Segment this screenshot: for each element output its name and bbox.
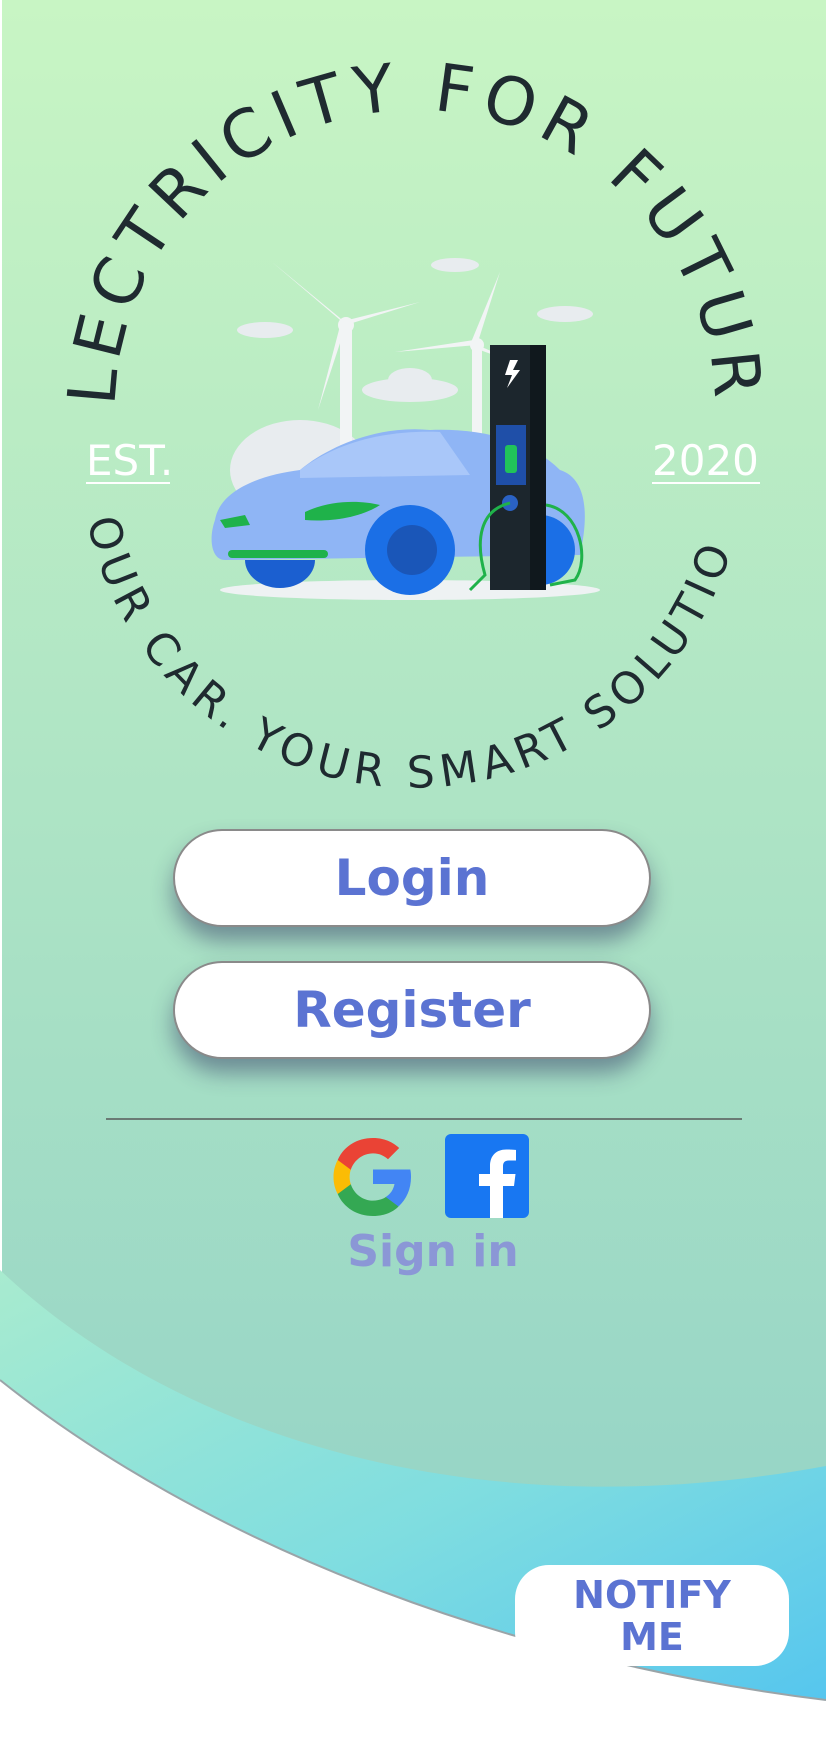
logo-est-label: EST.	[86, 436, 173, 485]
register-button[interactable]: Register	[173, 961, 651, 1059]
ev-charging-illustration	[211, 258, 600, 600]
brand-logo: ELECTRICITY FOR FUTURE YOUR CAR. YOUR SM…	[0, 0, 777, 799]
notify-line-1: NOTIFY	[573, 1572, 731, 1617]
divider	[106, 1118, 742, 1120]
login-button[interactable]: Login	[173, 829, 651, 927]
facebook-icon[interactable]	[445, 1134, 529, 1218]
sign-in-label[interactable]: Sign in	[300, 1226, 566, 1277]
google-icon[interactable]	[331, 1134, 415, 1218]
notify-line-2: ME	[620, 1614, 684, 1659]
logo-year-label: 2020	[652, 436, 759, 485]
register-button-label: Register	[293, 981, 531, 1039]
notify-me-button[interactable]: NOTIFY ME	[515, 1565, 789, 1666]
logo-title-arc: ELECTRICITY FOR FUTURE	[0, 0, 777, 408]
login-button-label: Login	[334, 849, 490, 907]
